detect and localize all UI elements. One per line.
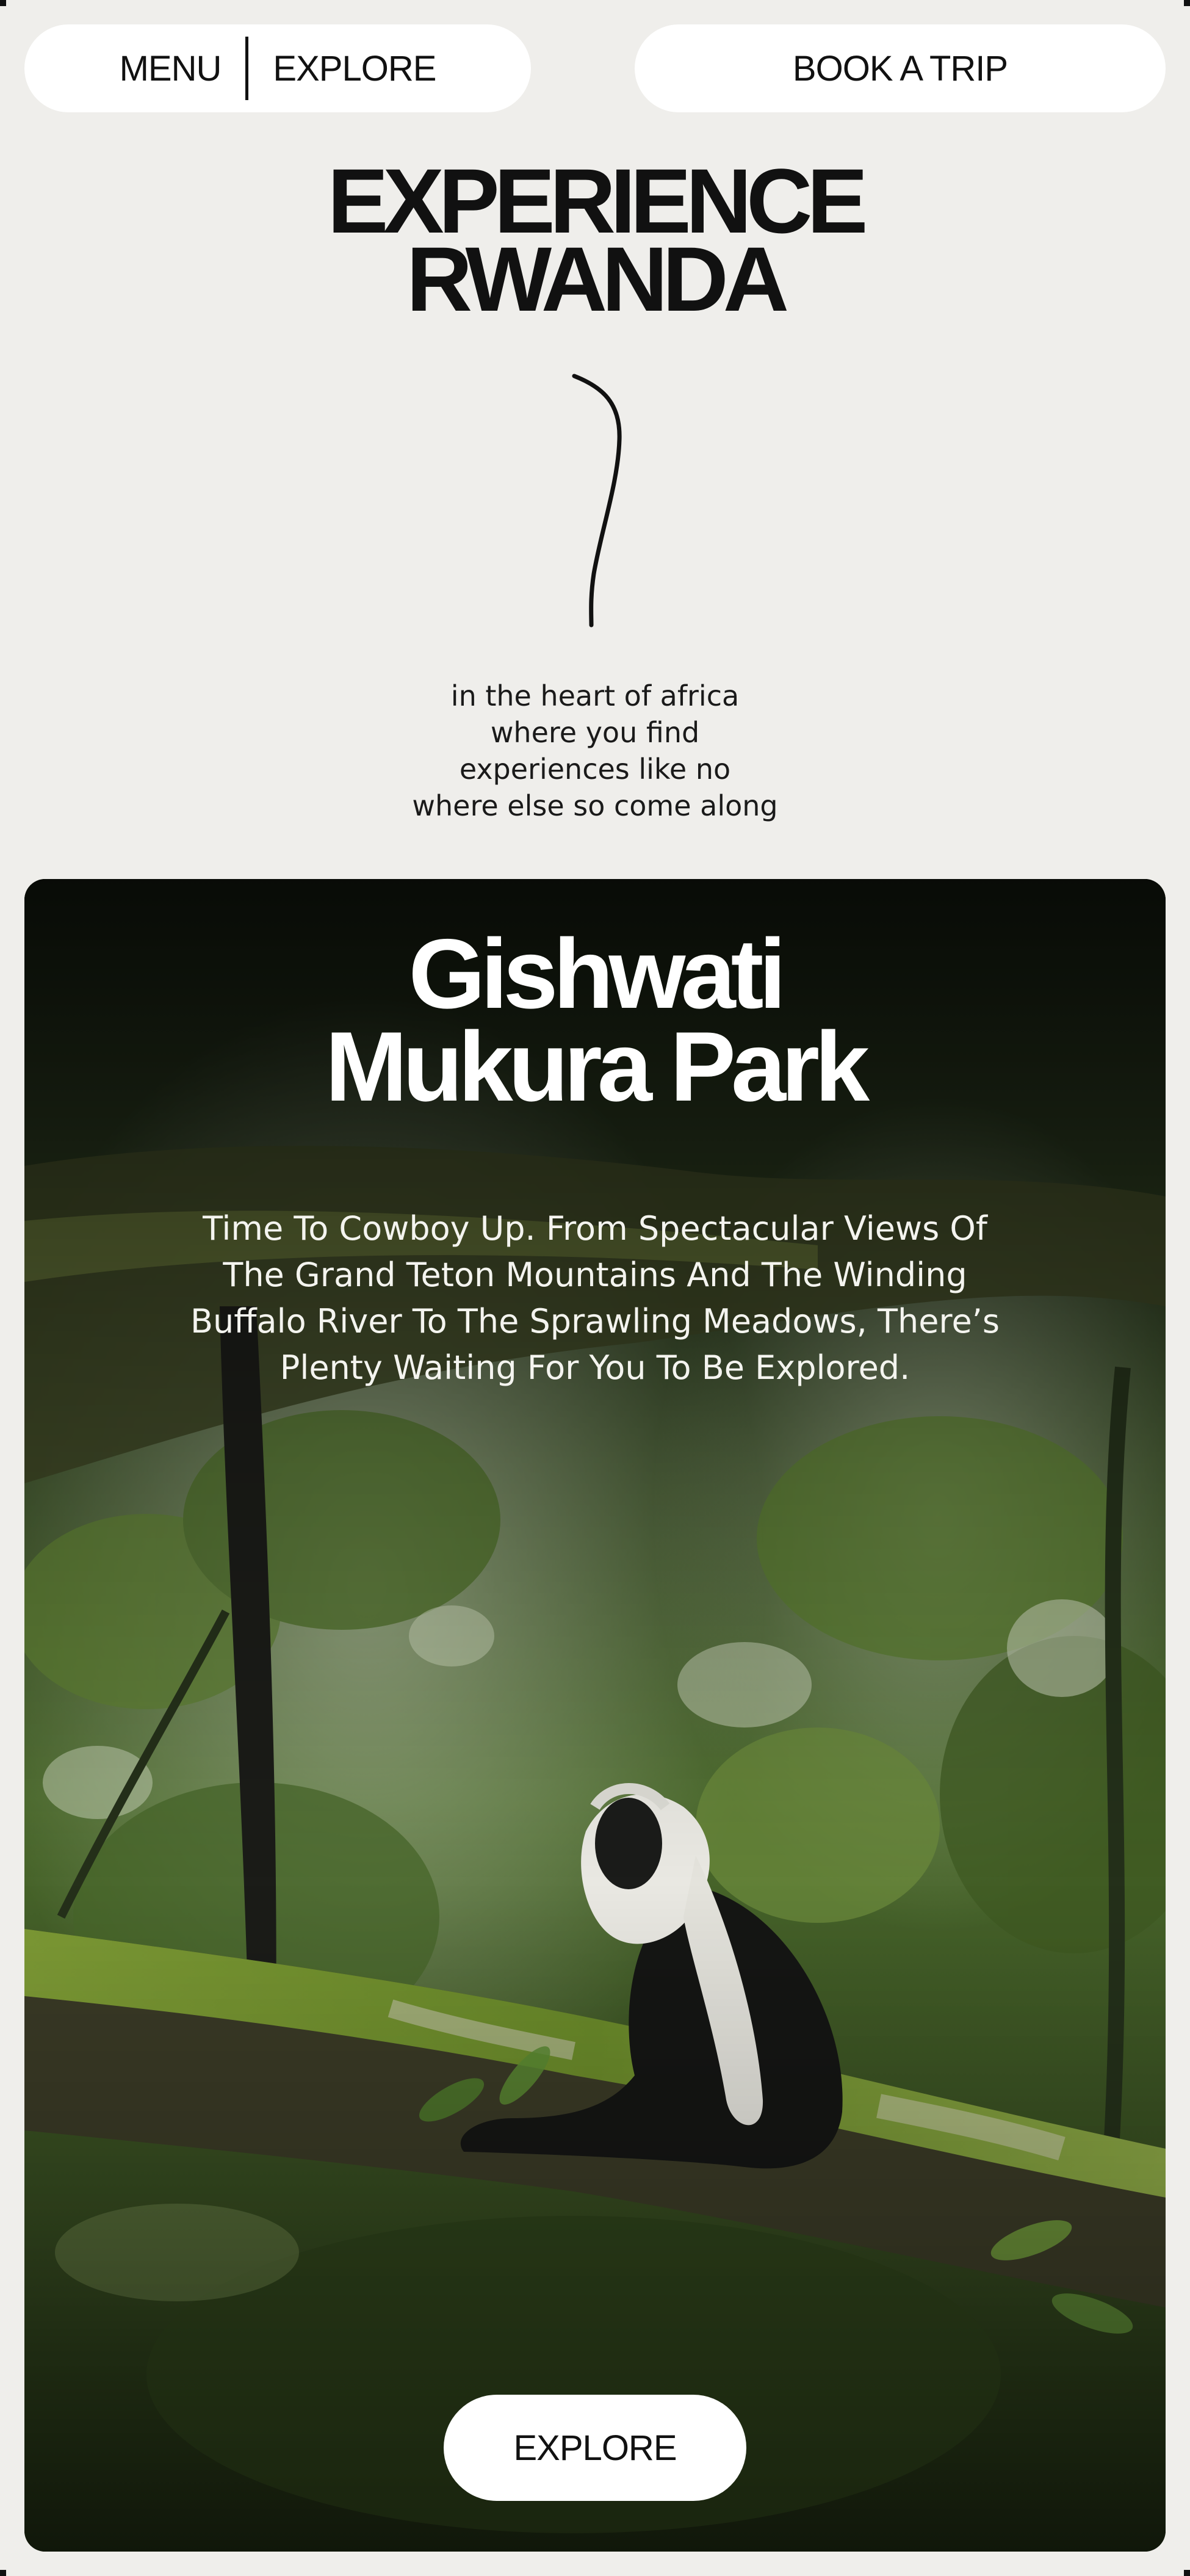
explore-park-button[interactable]: EXPLORE [444,2395,746,2501]
book-trip-button[interactable]: BOOK A TRIP [635,24,1166,112]
tagline-line: where you find [490,716,700,749]
frame-corner-top-right [1184,0,1190,6]
tagline-line: in the heart of africa [450,679,740,712]
park-feature-card: Gishwati Mukura Park Time To Cowboy Up. … [24,879,1166,2552]
menu-link[interactable]: MENU [120,48,222,89]
hero-title-line-2: RWANDA [406,228,789,330]
main-nav-pill: MENU EXPLORE [24,24,531,112]
tagline-line: where else so come along [412,789,778,822]
description-line: Buffalo River To The Sprawling Meadows, … [190,1302,1000,1340]
description-line: Plenty Waiting For You To Be Explored. [279,1348,911,1387]
colobus-monkey-forest-image [24,879,1166,2552]
explore-nav-link[interactable]: EXPLORE [273,48,436,89]
park-title-line-1: Gishwati [408,919,786,1029]
park-title-line-2: Mukura Park [325,1011,870,1122]
tagline-line: experiences like no [459,753,731,786]
description-line: The Grand Teton Mountains And The Windin… [223,1256,967,1294]
hero-title: EXPERIENCE RWANDA [0,155,1190,330]
frame-corner-bottom-right [1184,2570,1190,2576]
park-title: Gishwati Mukura Park [24,919,1166,1122]
book-trip-label: BOOK A TRIP [792,48,1008,89]
description-line: Time To Cowboy Up. From Spectacular View… [203,1209,987,1248]
nav-divider [245,37,249,100]
hero-tagline: in the heart of africa where you find ex… [351,678,839,824]
park-description: Time To Cowboy Up. From Spectacular View… [140,1206,1050,1391]
decorative-squiggle-line [572,374,622,628]
frame-corner-bottom-left [0,2570,6,2576]
frame-corner-top-left [0,0,6,6]
